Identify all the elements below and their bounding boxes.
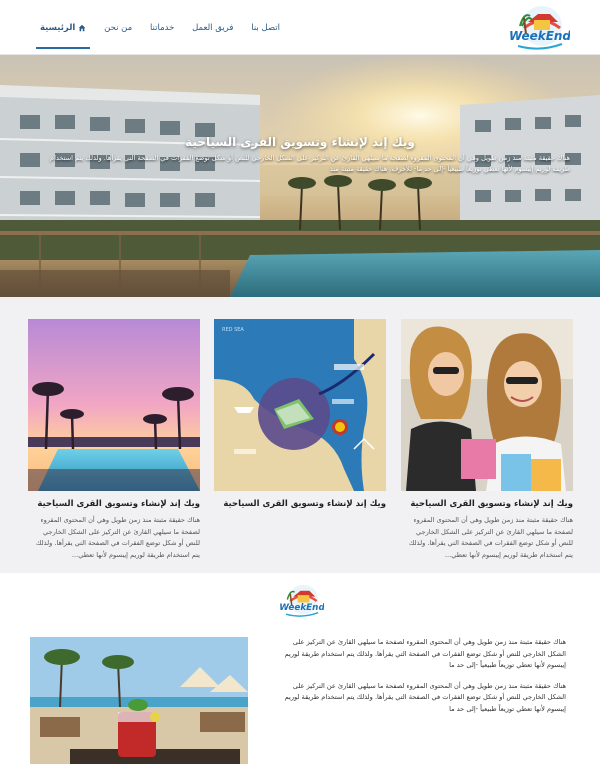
nav-contact[interactable]: اتصل بنا bbox=[251, 0, 280, 55]
hero-text: هناك حقيقة مثبتة منذ زمن طويل وهي أن الم… bbox=[50, 154, 570, 173]
card-title: ويك إند لإنشاء وتسويق القرى السياحية bbox=[410, 499, 573, 509]
logo-wordmark: WeekEnd bbox=[280, 603, 324, 613]
feature-cards-section: ويك إند لإنشاء وتسويق القرى السياحية هنا… bbox=[0, 297, 600, 573]
main-nav: الرئيسية من نحن خدماتنا فريق العمل اتصل … bbox=[35, 0, 280, 55]
nav-home-label: الرئيسية bbox=[40, 22, 76, 33]
about-image bbox=[30, 637, 248, 764]
card-pool[interactable]: ويك إند لإنشاء وتسويق القرى السياحية هنا… bbox=[28, 319, 200, 561]
about-text: هناك حقيقة مثبتة منذ زمن طويل وهي أن الم… bbox=[276, 637, 566, 724]
nav-team[interactable]: فريق العمل bbox=[192, 0, 233, 55]
nav-about[interactable]: من نحن bbox=[104, 0, 132, 55]
logo-wordmark: WeekEnd bbox=[510, 29, 570, 43]
nav-services[interactable]: خدماتنا bbox=[150, 0, 174, 55]
card-image-shopping bbox=[401, 319, 573, 491]
site-logo[interactable]: WeekEnd bbox=[509, 4, 571, 52]
card-title: ويك إند لإنشاء وتسويق القرى السياحية bbox=[37, 499, 200, 509]
card-shopping[interactable]: ويك إند لإنشاء وتسويق القرى السياحية هنا… bbox=[401, 319, 573, 561]
card-image-pool bbox=[28, 319, 200, 491]
top-navbar: WeekEnd الرئيسية من نحن خدماتنا فريق الع… bbox=[0, 0, 600, 55]
home-icon bbox=[79, 24, 86, 31]
nav-home[interactable]: الرئيسية bbox=[35, 0, 91, 55]
card-image-map: RED SEA bbox=[214, 319, 386, 491]
about-paragraph-1: هناك حقيقة مثبتة منذ زمن طويل وهي أن الم… bbox=[284, 638, 566, 669]
card-text: هناك حقيقة مثبتة منذ زمن طويل وهي أن الم… bbox=[36, 516, 200, 559]
about-paragraph-2: هناك حقيقة مثبتة منذ زمن طويل وهي أن الم… bbox=[284, 681, 566, 713]
hero-image bbox=[0, 55, 600, 297]
section-logo: WeekEnd bbox=[279, 581, 325, 621]
hero-banner: ويك إند لإنشاء وتسويق القرى السياحية هنا… bbox=[0, 55, 600, 297]
card-title: ويك إند لإنشاء وتسويق القرى السياحية bbox=[223, 499, 386, 509]
hero-title: ويك إند لإنشاء وتسويق القرى السياحية bbox=[185, 135, 415, 149]
card-text: هناك حقيقة مثبتة منذ زمن طويل وهي أن الم… bbox=[409, 516, 573, 559]
card-map[interactable]: RED SEA ويك إند لإنشاء وتسويق القرى السي… bbox=[214, 319, 386, 515]
about-section: WeekEnd هناك حقيقة مثبتة منذ زمن طويل وه… bbox=[0, 573, 600, 764]
map-sea-label: RED SEA bbox=[222, 327, 244, 333]
